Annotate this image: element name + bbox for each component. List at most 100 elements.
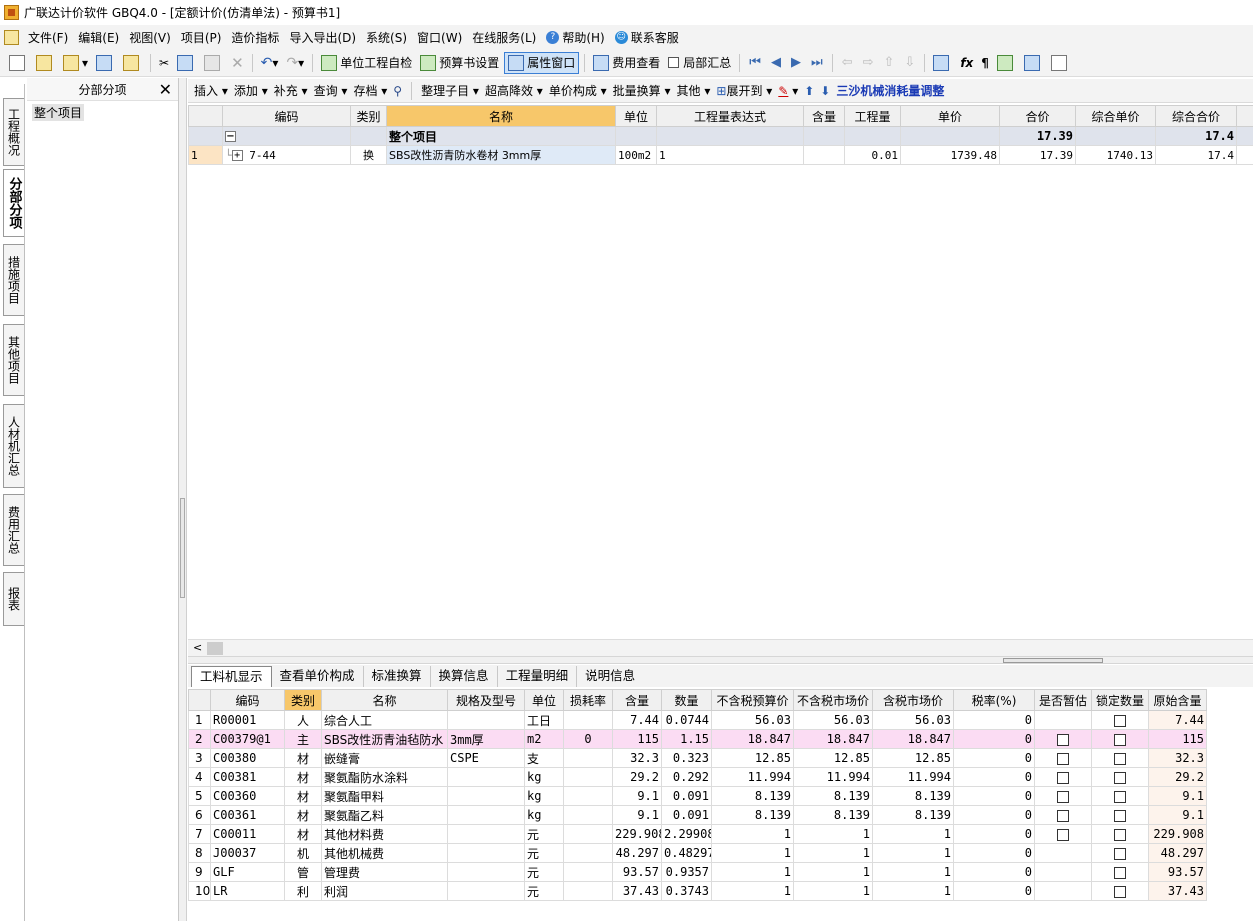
res-market-price[interactable]: 11.994 bbox=[793, 767, 873, 787]
prev-record-button[interactable]: ◀ bbox=[767, 55, 785, 70]
machine-adjust-link[interactable]: 三沙机械消耗量调整 bbox=[836, 82, 944, 99]
res-tax-rate[interactable]: 0 bbox=[953, 881, 1035, 901]
menu-file[interactable]: 文件(F) bbox=[23, 29, 73, 46]
lock-qty-checkbox[interactable] bbox=[1114, 828, 1126, 841]
fee-view-button[interactable]: 费用查看 bbox=[590, 52, 663, 74]
batch-convert-button[interactable]: 批量换算 ▾ bbox=[613, 82, 671, 99]
res-type[interactable]: 机 bbox=[284, 843, 322, 863]
res-name[interactable]: 其他材料费 bbox=[321, 824, 448, 844]
res-spec[interactable]: 3mm厚 bbox=[447, 729, 525, 749]
paste-button[interactable] bbox=[201, 52, 226, 74]
row-expr[interactable]: 1 bbox=[656, 145, 804, 165]
undo-button[interactable]: ↶ ▾ bbox=[258, 52, 282, 74]
side-tab-measures[interactable]: 措施项目 bbox=[3, 244, 24, 316]
res-code[interactable]: C00381 bbox=[210, 767, 285, 787]
export-button[interactable] bbox=[120, 52, 145, 74]
res-market-price[interactable]: 12.85 bbox=[793, 748, 873, 768]
tab-conversion-info[interactable]: 换算信息 bbox=[431, 666, 498, 687]
overheight-button[interactable]: 超高降效 ▾ bbox=[485, 82, 543, 99]
move-left-button[interactable]: ⇦ bbox=[838, 55, 857, 70]
table-row[interactable]: 1 └ + 7-44 换 SBS改性沥青防水卷材 3mm厚 100m2 1 0.0… bbox=[188, 145, 1253, 165]
delete-button[interactable]: ✕ bbox=[228, 52, 247, 74]
horizontal-scrollbar[interactable]: < bbox=[188, 639, 1253, 656]
side-tab-fee-summary[interactable]: 费用汇总 bbox=[3, 494, 24, 566]
next-record-button[interactable]: ▶ bbox=[787, 55, 805, 70]
header-total[interactable]: 合价 bbox=[999, 105, 1076, 127]
header-unit-price[interactable]: 单价 bbox=[900, 105, 1000, 127]
res-type[interactable]: 材 bbox=[284, 767, 322, 787]
res-budget-price[interactable]: 8.139 bbox=[711, 786, 794, 806]
res-tax-market-price[interactable]: 11.994 bbox=[872, 767, 954, 787]
hsplitter-grip[interactable] bbox=[1003, 658, 1103, 663]
menu-edit[interactable]: 编辑(E) bbox=[73, 29, 124, 46]
close-icon[interactable]: ✕ bbox=[159, 80, 172, 99]
res-tax-market-price[interactable]: 1 bbox=[872, 824, 954, 844]
collapse-icon[interactable]: − bbox=[225, 131, 236, 142]
menu-window[interactable]: 窗口(W) bbox=[412, 29, 467, 46]
res-code[interactable]: C00011 bbox=[210, 824, 285, 844]
res-budget-price[interactable]: 18.847 bbox=[711, 729, 794, 749]
property-window-button[interactable]: 属性窗口 bbox=[504, 51, 580, 74]
res-tax-rate[interactable]: 0 bbox=[953, 710, 1035, 730]
image-button[interactable] bbox=[1021, 52, 1046, 74]
list-button[interactable] bbox=[1048, 52, 1073, 74]
budget-settings-button[interactable]: 预算书设置 bbox=[417, 52, 502, 74]
res-budget-price[interactable]: 8.139 bbox=[711, 805, 794, 825]
table-row-group[interactable]: − 整个项目 17.39 17.4 bbox=[188, 126, 1253, 146]
side-tab-items[interactable]: 分部分项 bbox=[3, 169, 24, 237]
res-name[interactable]: 聚氨酯防水涂料 bbox=[321, 767, 448, 787]
res-unit[interactable]: kg bbox=[524, 805, 564, 825]
organize-button[interactable]: 整理子目 ▾ bbox=[421, 82, 479, 99]
lock-qty-checkbox[interactable] bbox=[1114, 847, 1126, 860]
res-tax-market-price[interactable]: 1 bbox=[872, 881, 954, 901]
menu-view[interactable]: 视图(V) bbox=[124, 29, 176, 46]
lock-qty-checkbox[interactable] bbox=[1114, 809, 1126, 822]
res-name[interactable]: 其他机械费 bbox=[321, 843, 448, 863]
res-type[interactable]: 材 bbox=[284, 805, 322, 825]
partial-summary-toggle[interactable]: 局部汇总 bbox=[665, 52, 734, 74]
res-loss[interactable] bbox=[563, 824, 613, 844]
unit-check-button[interactable]: 单位工程自检 bbox=[318, 52, 415, 74]
res-type[interactable]: 材 bbox=[284, 748, 322, 768]
res-loss[interactable] bbox=[563, 881, 613, 901]
res-budget-price[interactable]: 56.03 bbox=[711, 710, 794, 730]
res-content[interactable]: 48.297 bbox=[612, 843, 662, 863]
table-row[interactable]: 8 J00037 机其他机械费元 48.297 0.48297 1 1 1 0 48.297 bbox=[188, 843, 1207, 863]
res-tax-market-price[interactable]: 12.85 bbox=[872, 748, 954, 768]
scroll-thumb[interactable] bbox=[207, 642, 223, 655]
res-content[interactable]: 115 bbox=[612, 729, 662, 749]
res-market-price[interactable]: 8.139 bbox=[793, 786, 873, 806]
expand-icon[interactable]: + bbox=[231, 150, 243, 161]
res-market-price[interactable]: 1 bbox=[793, 824, 873, 844]
res-type[interactable]: 管 bbox=[284, 862, 322, 882]
res-header-name[interactable]: 名称 bbox=[321, 689, 448, 711]
res-header-loss[interactable]: 损耗率 bbox=[563, 689, 613, 711]
res-spec[interactable] bbox=[447, 843, 525, 863]
res-name[interactable]: SBS改性沥青油毡防水 bbox=[321, 729, 448, 749]
lock-qty-checkbox[interactable] bbox=[1114, 866, 1126, 879]
res-loss[interactable] bbox=[563, 805, 613, 825]
res-content[interactable]: 9.1 bbox=[612, 805, 662, 825]
res-budget-price[interactable]: 11.994 bbox=[711, 767, 794, 787]
row-content[interactable] bbox=[803, 145, 845, 165]
res-spec[interactable] bbox=[447, 862, 525, 882]
estimated-checkbox[interactable] bbox=[1057, 752, 1069, 765]
res-name[interactable]: 聚氨酯甲料 bbox=[321, 786, 448, 806]
res-content[interactable]: 37.43 bbox=[612, 881, 662, 901]
row-type[interactable]: 换 bbox=[350, 145, 387, 165]
res-header-content[interactable]: 含量 bbox=[612, 689, 662, 711]
formula-button[interactable]: fx bbox=[957, 52, 976, 74]
insert-button[interactable]: 插入 ▾ bbox=[194, 82, 228, 99]
res-type[interactable]: 材 bbox=[284, 824, 322, 844]
tab-unit-price-composition[interactable]: 查看单价构成 bbox=[272, 666, 364, 687]
res-tax-rate[interactable]: 0 bbox=[953, 729, 1035, 749]
side-tab-resources[interactable]: 人材机汇总 bbox=[3, 404, 24, 488]
table-row[interactable]: 2 C00379@1 主 SBS改性沥青油毡防水 3mm厚 m2 0 115 1.15 18.84… bbox=[188, 729, 1207, 749]
res-content[interactable]: 7.44 bbox=[612, 710, 662, 730]
res-tax-market-price[interactable]: 8.139 bbox=[872, 805, 954, 825]
res-name[interactable]: 聚氨酯乙料 bbox=[321, 805, 448, 825]
table-row[interactable]: 3 C00380 材嵌缝膏 CSPE 支 32.3 0.323 12.85 12.85 12.85… bbox=[188, 748, 1207, 768]
res-unit[interactable]: 元 bbox=[524, 862, 564, 882]
res-spec[interactable] bbox=[447, 786, 525, 806]
menu-help[interactable]: ? 帮助(H) bbox=[541, 29, 609, 46]
